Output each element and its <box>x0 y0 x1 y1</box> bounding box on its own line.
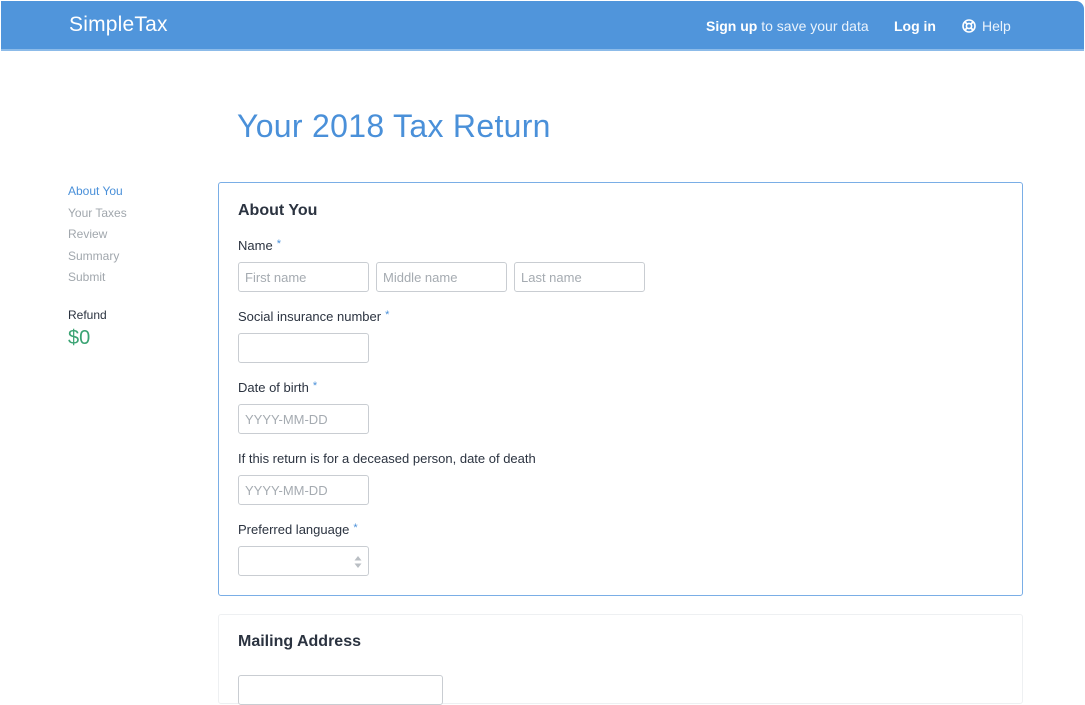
last-name-input[interactable] <box>514 262 645 292</box>
about-you-section: About You Name* Social insurance number*… <box>218 182 1023 596</box>
refund-amount: $0 <box>68 327 91 349</box>
sin-input[interactable] <box>238 333 369 363</box>
sidebar-item-submit[interactable]: Submit <box>68 270 127 292</box>
address-input[interactable] <box>238 675 443 705</box>
language-label: Preferred language * <box>238 522 358 537</box>
refund-label: Refund <box>68 308 107 322</box>
name-label-text: Name <box>238 238 273 253</box>
signup-label[interactable]: Sign up <box>706 18 757 34</box>
section-title: Mailing Address <box>238 633 361 650</box>
required-marker: * <box>353 522 358 534</box>
page-title: Your 2018 Tax Return <box>237 108 551 144</box>
required-marker: * <box>385 309 390 321</box>
date-of-death-input[interactable] <box>238 475 369 505</box>
help-label: Help <box>982 18 1011 34</box>
required-marker: * <box>312 380 318 392</box>
middle-name-input[interactable] <box>376 262 507 292</box>
date-of-death-label: If this return is for a deceased person,… <box>238 451 536 466</box>
dob-label-text: Date of birth <box>238 380 309 395</box>
top-navbar: SimpleTax Sign up to save your data Log … <box>1 1 1084 51</box>
signup-rest-text: to save your data <box>761 18 869 34</box>
sidebar-nav: About You Your Taxes Review Summary Subm… <box>68 184 127 292</box>
section-title: About You <box>238 202 318 219</box>
name-label: Name * <box>238 238 281 253</box>
sidebar-item-summary[interactable]: Summary <box>68 249 127 271</box>
sin-label-text: Social insurance number <box>238 309 382 324</box>
dob-label: Date of birth * <box>238 380 317 395</box>
signup-link[interactable]: Sign up to save your data <box>706 18 869 34</box>
required-marker: * <box>276 238 281 250</box>
date-of-birth-input[interactable] <box>238 404 369 434</box>
select-arrows-icon <box>354 556 362 568</box>
sidebar-item-your-taxes[interactable]: Your Taxes <box>68 206 127 228</box>
login-link[interactable]: Log in <box>894 18 936 34</box>
preferred-language-select[interactable] <box>238 546 369 576</box>
sin-label: Social insurance number * <box>238 309 389 324</box>
brand-logo[interactable]: SimpleTax <box>69 13 168 37</box>
mailing-address-section: Mailing Address <box>218 614 1023 705</box>
help-link[interactable]: Help <box>962 18 1011 34</box>
sidebar-item-review[interactable]: Review <box>68 227 127 249</box>
lifebuoy-icon <box>962 19 976 33</box>
language-label-text: Preferred language <box>238 522 350 537</box>
sidebar-item-about-you[interactable]: About You <box>68 184 127 206</box>
first-name-input[interactable] <box>238 262 369 292</box>
